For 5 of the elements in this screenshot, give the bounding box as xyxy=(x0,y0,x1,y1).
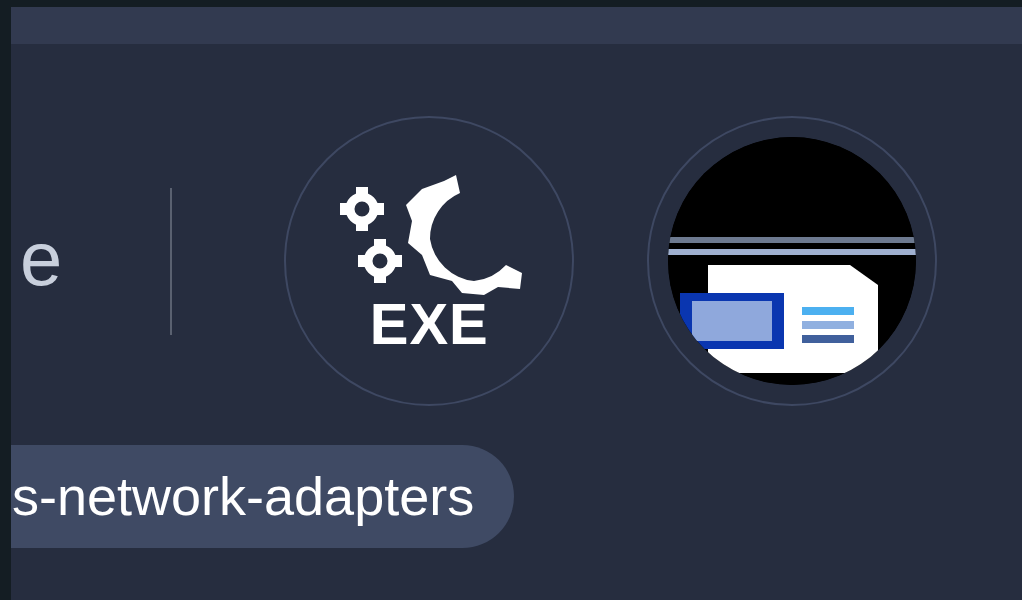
exe-label: EXE xyxy=(369,295,489,353)
heading-text: e xyxy=(20,221,63,297)
tag-chip[interactable]: s-network-adapters xyxy=(11,445,515,548)
document-thumbnail-button[interactable] xyxy=(647,116,938,406)
exe-app-button[interactable]: EXE xyxy=(284,116,575,406)
